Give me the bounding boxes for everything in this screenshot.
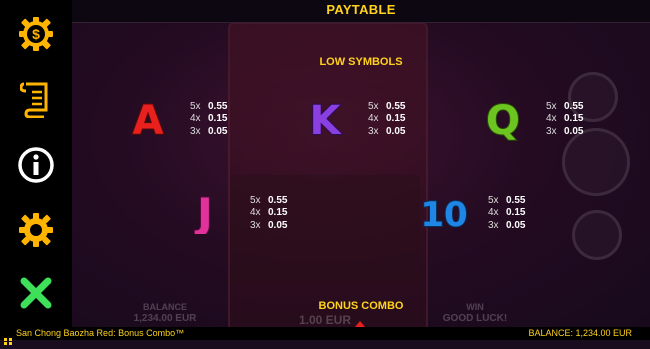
pay-row: 4x 0.15 xyxy=(250,207,288,219)
grid-icon xyxy=(4,330,12,345)
pay-row: 3x 0.05 xyxy=(190,125,228,137)
settings-button[interactable] xyxy=(16,210,56,250)
sidebar: $ xyxy=(0,0,72,340)
pay-row: 4x 0.15 xyxy=(368,113,406,125)
symbol-10-glyph: 10 xyxy=(420,195,467,234)
pay-row: 5x 0.55 xyxy=(250,194,288,206)
close-icon xyxy=(20,277,52,309)
title-bar: PAYTABLE xyxy=(72,0,650,23)
symbol-q-glyph: Q xyxy=(486,98,520,142)
paytable-q: 5x 0.55 4x 0.15 3x 0.05 xyxy=(546,100,583,138)
paytable-j: 5x 0.55 4x 0.15 3x 0.05 xyxy=(250,194,287,232)
pay-row: 5x 0.55 xyxy=(488,194,526,206)
bonus-combo-heading: BONUS COMBO xyxy=(318,300,404,312)
hud-win-value: GOOD LUCK! xyxy=(442,313,508,324)
page-title: PAYTABLE xyxy=(326,2,396,17)
hud-balance-value: 1,234.00 EUR xyxy=(133,313,197,324)
status-balance: BALANCE: 1,234.00 EUR xyxy=(528,328,632,338)
pay-row: 4x 0.15 xyxy=(190,113,228,125)
pay-row: 5x 0.55 xyxy=(546,100,584,112)
scroll-icon xyxy=(20,82,48,118)
status-bar: San Chong Baozha Red: Bonus Combo™ BALAN… xyxy=(0,327,650,345)
symbol-q: Q xyxy=(482,96,524,145)
svg-text:$: $ xyxy=(32,26,40,42)
info-icon xyxy=(18,147,54,183)
background-turbo-button xyxy=(572,210,622,260)
pay-row: 3x 0.05 xyxy=(488,219,526,231)
symbol-a: A xyxy=(128,96,168,145)
paytable-button[interactable] xyxy=(16,80,56,120)
symbol-k: K xyxy=(304,96,346,145)
symbol-10: 10 xyxy=(418,190,470,236)
low-symbols-heading: LOW SYMBOLS xyxy=(319,56,403,68)
paytable-a: 5x 0.55 4x 0.15 3x 0.05 xyxy=(190,100,227,138)
coin-icon: $ xyxy=(19,17,53,51)
coin-button[interactable]: $ xyxy=(16,14,56,54)
paytable-10: 5x 0.55 4x 0.15 3x 0.05 xyxy=(488,194,525,232)
symbol-j-glyph: J xyxy=(194,189,213,234)
pay-row: 3x 0.05 xyxy=(250,219,288,231)
pay-row: 4x 0.15 xyxy=(546,113,584,125)
close-button[interactable] xyxy=(16,273,56,313)
paytable-k: 5x 0.55 4x 0.15 3x 0.05 xyxy=(368,100,405,138)
pay-row: 3x 0.05 xyxy=(546,125,584,137)
symbol-k-glyph: K xyxy=(310,98,343,140)
info-button[interactable] xyxy=(16,145,56,185)
pay-row: 4x 0.15 xyxy=(488,207,526,219)
pay-row: 5x 0.55 xyxy=(190,100,228,112)
gear-icon xyxy=(19,213,53,247)
symbol-a-glyph: A xyxy=(133,98,164,140)
symbol-j: J xyxy=(185,188,225,239)
pay-row: 5x 0.55 xyxy=(368,100,406,112)
pay-row: 3x 0.05 xyxy=(368,125,406,137)
background-spin-button xyxy=(562,128,630,196)
game-name: San Chong Baozha Red: Bonus Combo™ xyxy=(16,328,185,338)
